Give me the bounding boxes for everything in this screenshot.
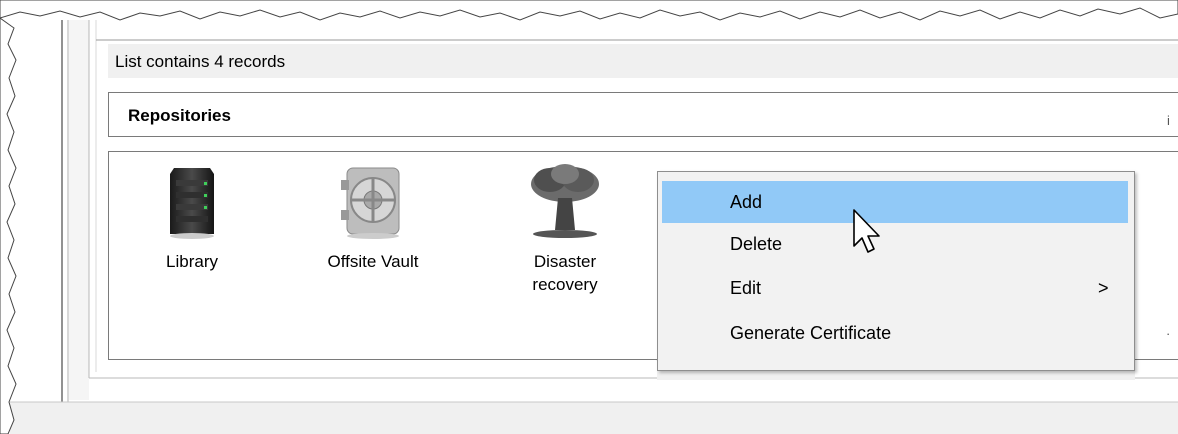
repo-item-library[interactable]: Library	[132, 160, 252, 273]
vault-icon	[341, 167, 400, 239]
repo-label: Library	[166, 252, 218, 271]
menu-item-generate-certificate[interactable]: Generate Certificate	[662, 312, 1128, 354]
repo-item-offsite-vault[interactable]: Offsite Vault	[313, 160, 433, 273]
menu-item-label: Add	[730, 192, 763, 212]
repositories-title: Repositories	[128, 106, 231, 125]
mouse-cursor-icon	[853, 209, 880, 253]
server-icon	[170, 168, 214, 239]
repo-label-line1: Disaster	[533, 252, 597, 271]
menu-item-label: Edit	[730, 278, 762, 298]
menu-item-label: Generate Certificate	[730, 323, 892, 343]
menu-item-delete[interactable]: Delete	[662, 223, 1128, 265]
menu-item-edit[interactable]: Edit >	[662, 267, 1128, 309]
truncated-glyph: i	[1167, 113, 1170, 128]
menu-item-label: Delete	[730, 234, 783, 254]
repositories-header	[108, 92, 1178, 137]
chevron-right-icon: >	[1098, 278, 1109, 298]
explosion-icon	[531, 164, 599, 238]
repo-label-line2: recovery	[532, 275, 598, 294]
context-menu: Add Delete Edit > Generate Certificate	[657, 171, 1135, 371]
truncated-glyph: ·	[1166, 326, 1171, 341]
menu-item-add[interactable]: Add	[662, 181, 1128, 223]
record-count-text: List contains 4 records	[115, 52, 286, 71]
repo-label: Offsite Vault	[327, 252, 419, 271]
repo-item-disaster-recovery[interactable]: Disaster recovery	[505, 160, 625, 296]
